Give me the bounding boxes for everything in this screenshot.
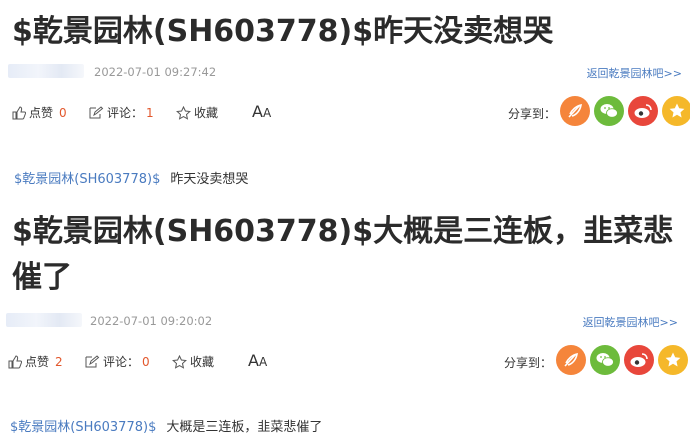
favorite-label: 收藏 — [190, 355, 215, 369]
star-icon — [665, 352, 681, 367]
author-name-blurred[interactable] — [8, 64, 84, 78]
weibo-icon — [630, 353, 648, 367]
font-size-large: A — [252, 102, 263, 121]
back-to-forum-link[interactable]: 返回乾景园林吧>> — [587, 65, 682, 81]
post-body-text: 昨天没卖想哭 — [170, 172, 249, 187]
share-label: 分享到： — [504, 356, 553, 370]
thumbs-up-icon — [12, 105, 26, 119]
post-time: 2022-07-01 09:27:42 — [94, 65, 217, 79]
star-icon — [176, 105, 191, 120]
action-bar: 点赞 0 评论： 1 收藏 AA 分享到： — [0, 96, 690, 128]
like-count: 2 — [55, 354, 63, 369]
share-icon-wechat[interactable] — [590, 345, 620, 375]
share-label: 分享到： — [508, 107, 557, 121]
favorite-button[interactable]: 收藏 — [172, 353, 214, 370]
feather-icon — [564, 352, 578, 367]
like-count: 0 — [59, 105, 67, 120]
comment-count: 0 — [142, 354, 150, 369]
post-title: $乾景园林(SH603778)$昨天没卖想哭 — [12, 14, 554, 49]
post-content: $乾景园林(SH603778)$ 昨天没卖想哭 — [14, 168, 248, 187]
stock-tag-link[interactable]: $乾景园林(SH603778)$ — [10, 420, 156, 435]
comment-count: 1 — [146, 105, 154, 120]
like-label: 点赞 — [29, 106, 54, 120]
author-name-blurred[interactable] — [6, 313, 82, 327]
edit-icon — [89, 105, 104, 118]
share-icon-1[interactable] — [560, 96, 590, 126]
share-icon-weibo[interactable] — [628, 96, 658, 126]
share-icon-qzone[interactable] — [662, 96, 690, 126]
stock-tag-link[interactable]: $乾景园林(SH603778)$ — [14, 172, 160, 187]
star-icon — [172, 354, 187, 369]
edit-icon — [85, 354, 100, 367]
like-button[interactable]: 点赞 0 — [12, 104, 67, 121]
weibo-icon — [634, 104, 652, 118]
share-icon-wechat[interactable] — [594, 96, 624, 126]
like-button[interactable]: 点赞 2 — [8, 353, 63, 370]
wechat-icon — [596, 353, 614, 367]
font-size-small: A — [258, 355, 268, 369]
share-icon-qzone[interactable] — [658, 345, 688, 375]
wechat-icon — [600, 104, 618, 118]
share-icon-1[interactable] — [556, 345, 586, 375]
back-to-forum-link[interactable]: 返回乾景园林吧>> — [583, 314, 678, 330]
post-title-line-1: $乾景园林(SH603778)$大概是三连板，韭菜悲 — [12, 214, 674, 249]
font-size-small: A — [262, 106, 272, 120]
font-size-large: A — [248, 351, 259, 370]
font-size-button[interactable]: AA — [248, 351, 267, 370]
comment-label: 评论： — [107, 106, 144, 120]
post-body-text: 大概是三连板，韭菜悲催了 — [166, 420, 323, 435]
share-icon-weibo[interactable] — [624, 345, 654, 375]
font-size-button[interactable]: AA — [252, 102, 271, 121]
post-content: $乾景园林(SH603778)$ 大概是三连板，韭菜悲催了 — [10, 416, 322, 435]
like-label: 点赞 — [25, 355, 50, 369]
thumbs-up-icon — [8, 354, 22, 368]
post-title-line-2: 催了 — [12, 260, 72, 295]
action-bar: 点赞 2 评论： 0 收藏 AA 分享到： — [0, 345, 690, 377]
comment-button[interactable]: 评论： 1 — [88, 104, 154, 121]
comment-label: 评论： — [103, 355, 140, 369]
post-meta: 2022-07-01 09:27:42 返回乾景园林吧>> — [0, 62, 690, 82]
post-time: 2022-07-01 09:20:02 — [90, 314, 213, 328]
favorite-button[interactable]: 收藏 — [176, 104, 218, 121]
favorite-label: 收藏 — [194, 106, 219, 120]
star-icon — [669, 103, 685, 118]
feather-icon — [568, 103, 582, 118]
post-meta: 2022-07-01 09:20:02 返回乾景园林吧>> — [0, 311, 690, 331]
comment-button[interactable]: 评论： 0 — [84, 353, 150, 370]
